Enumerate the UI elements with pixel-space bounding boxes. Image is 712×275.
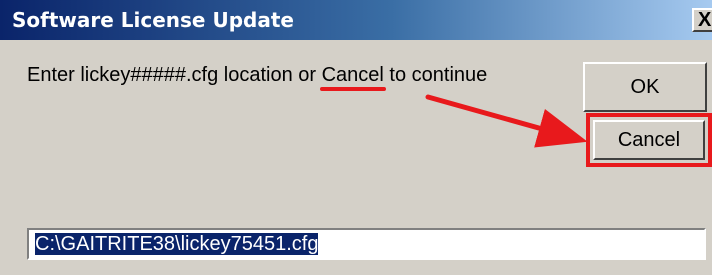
close-button[interactable]: X <box>692 8 712 32</box>
license-path-input[interactable]: C:\GAITRITE38\lickey75451.cfg <box>27 228 706 260</box>
prompt-message: Enter lickey#####.cfg location or Cancel… <box>27 64 487 87</box>
cancel-button[interactable]: Cancel <box>593 120 705 160</box>
close-icon: X <box>698 9 712 31</box>
prompt-text-before: Enter lickey#####.cfg location or <box>27 64 322 86</box>
title-bar: Software License Update X <box>0 0 712 40</box>
license-path-value: C:\GAITRITE38\lickey75451.cfg <box>35 233 319 255</box>
prompt-text-after: to continue <box>383 64 488 86</box>
dialog-title: Software License Update <box>12 8 294 32</box>
prompt-cancel-keyword: Cancel <box>321 64 384 86</box>
license-dialog: Software License Update X Enter lickey##… <box>0 0 712 275</box>
ok-button[interactable]: OK <box>583 62 707 112</box>
